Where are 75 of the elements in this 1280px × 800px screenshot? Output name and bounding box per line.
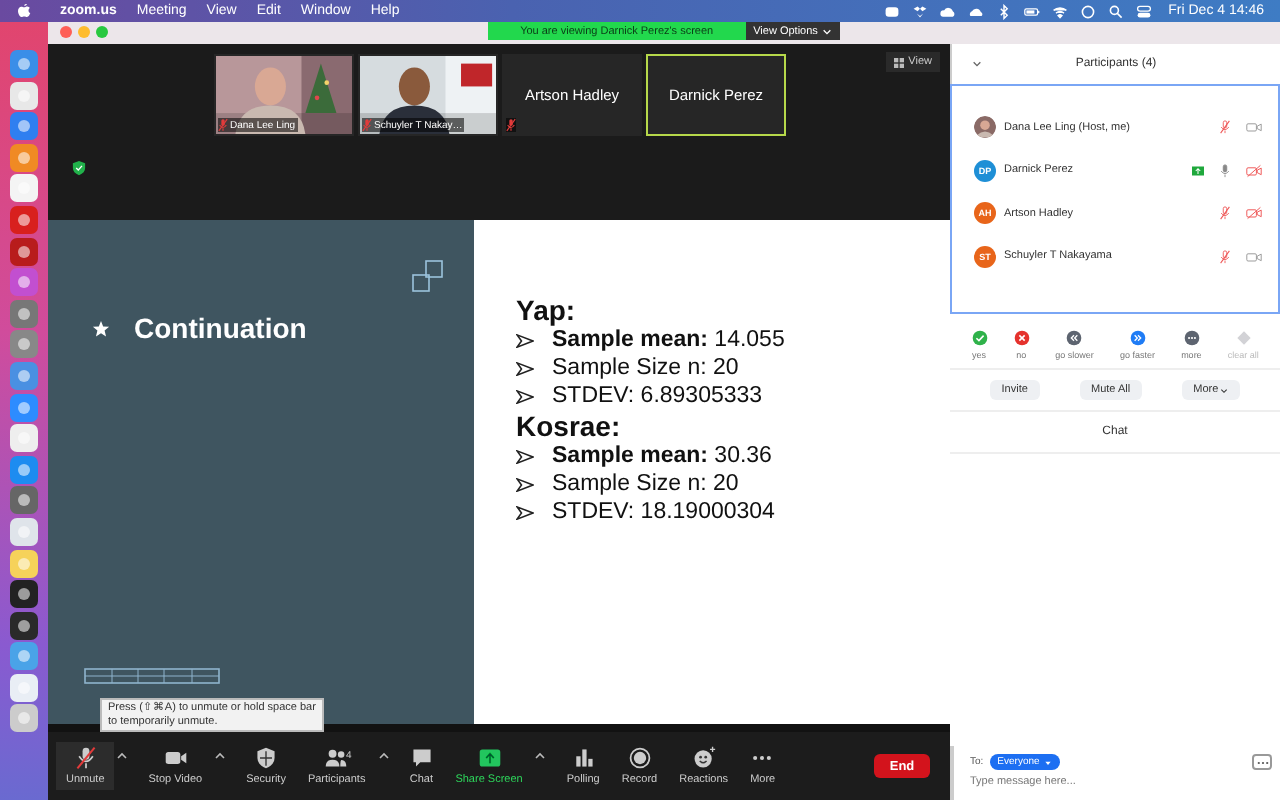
chat-bubble-icon — [409, 746, 434, 770]
people-icon — [324, 746, 349, 770]
app-icon[interactable] — [10, 455, 38, 484]
bluetooth-icon[interactable] — [996, 3, 1013, 19]
record-icon — [627, 746, 652, 770]
app-icon[interactable] — [10, 393, 38, 422]
video-camera-icon — [163, 746, 188, 770]
app-icon[interactable] — [10, 361, 38, 390]
cloud-icon[interactable] — [968, 3, 985, 19]
app-icon[interactable] — [10, 50, 38, 78]
app-icon[interactable] — [10, 237, 38, 266]
app-icon[interactable] — [10, 112, 38, 141]
camera-off-icon[interactable] — [1246, 163, 1262, 178]
app-icon[interactable] — [10, 642, 38, 671]
caret-icon — [821, 27, 832, 35]
close-button[interactable] — [60, 26, 72, 38]
app-icon[interactable] — [10, 174, 38, 203]
app-icon[interactable] — [10, 299, 38, 328]
bar-decoration — [84, 668, 220, 684]
mic-off-icon[interactable] — [1218, 206, 1232, 221]
app-icon[interactable] — [10, 424, 38, 453]
app-icon[interactable] — [10, 330, 38, 359]
caret-icon[interactable] — [377, 751, 390, 761]
app-icon[interactable] — [10, 81, 38, 110]
section-heading: Yap: — [516, 294, 578, 326]
app-icon[interactable] — [10, 517, 38, 546]
app-icon[interactable] — [10, 580, 38, 609]
app-icon[interactable] — [10, 143, 38, 172]
app-icon[interactable] — [10, 673, 38, 702]
smiley-icon — [691, 746, 716, 770]
caret-icon[interactable] — [116, 751, 129, 761]
bullet-text: STDEV: 6.89305333 — [552, 384, 763, 408]
circle-icon[interactable] — [1080, 3, 1097, 19]
cloud-upload-icon[interactable] — [940, 3, 957, 19]
mic-off-icon[interactable] — [1218, 120, 1232, 135]
bullet-text: STDEV: 18.19000304 — [552, 500, 775, 524]
bullet-text: Sample Size n: 20 — [552, 356, 739, 380]
arrow-bullet-icon — [516, 449, 534, 463]
caret-icon[interactable] — [214, 751, 227, 761]
slide-title: Continuation — [134, 312, 307, 344]
battery-icon[interactable] — [1024, 3, 1041, 19]
bar-chart-icon — [571, 746, 596, 770]
mic-off-icon[interactable] — [1218, 249, 1232, 264]
arrow-bullet-icon — [516, 477, 534, 491]
camera-icon[interactable] — [1246, 249, 1262, 264]
shield-icon — [254, 746, 279, 770]
app-icon[interactable] — [10, 549, 38, 577]
chevron-icon[interactable] — [972, 60, 982, 68]
toggles-icon[interactable] — [1136, 3, 1153, 19]
wifi-icon[interactable] — [1052, 3, 1069, 19]
grid-icon — [894, 57, 905, 67]
arrow-bullet-icon — [516, 389, 534, 403]
mic-off-icon — [73, 746, 98, 770]
more-button[interactable] — [1252, 754, 1272, 770]
video-camera-icon[interactable] — [884, 3, 901, 19]
section-heading: Kosrae: — [516, 410, 623, 442]
camera-icon[interactable] — [1246, 120, 1262, 135]
app-icon[interactable] — [10, 611, 38, 640]
camera-off-icon[interactable] — [1246, 206, 1262, 221]
caret-icon[interactable] — [534, 751, 547, 761]
mic-icon[interactable] — [1218, 163, 1232, 178]
bullet-text: Sample Size n: 20 — [552, 472, 739, 496]
star-icon — [92, 319, 110, 337]
bullet-text: Sample mean: 14.055 — [552, 328, 785, 352]
app-icon[interactable] — [10, 486, 38, 515]
share-screen-icon — [477, 746, 502, 770]
app-icon[interactable] — [10, 704, 38, 733]
square-decoration — [412, 260, 444, 292]
bullet-text: Sample mean: 30.36 — [552, 444, 772, 468]
arrow-bullet-icon — [516, 505, 534, 519]
search-icon[interactable] — [1108, 3, 1125, 19]
apple-icon[interactable] — [16, 2, 32, 20]
shield-icon[interactable] — [72, 160, 86, 176]
arrow-bullet-icon — [516, 333, 534, 347]
arrow-bullet-icon — [516, 361, 534, 375]
